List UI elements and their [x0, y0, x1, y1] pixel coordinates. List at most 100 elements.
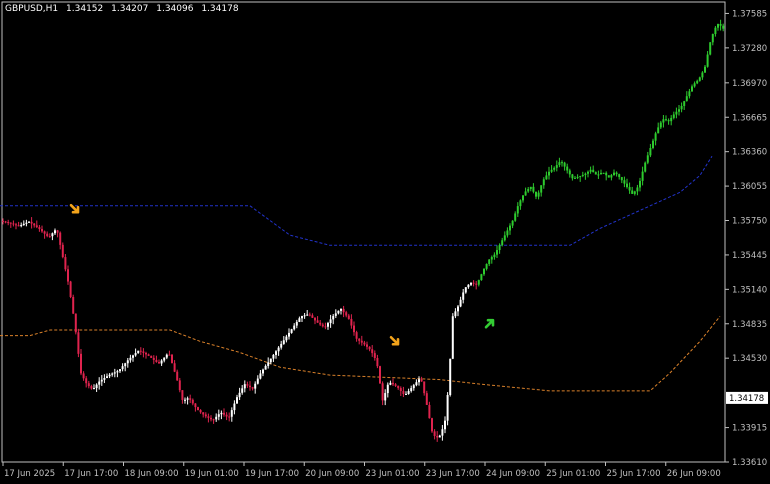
- candle-body: [223, 412, 225, 415]
- candle-body: [688, 91, 691, 97]
- candle-body: [48, 236, 51, 238]
- candle-body: [119, 369, 121, 372]
- candle-body: [95, 384, 98, 389]
- candle-body: [360, 340, 363, 343]
- sell-arrow-icon: [389, 335, 400, 346]
- candle-body: [59, 232, 62, 245]
- candle-body: [490, 257, 493, 260]
- candle-body: [165, 354, 168, 358]
- candle-body: [514, 213, 517, 221]
- candle-body: [259, 373, 262, 379]
- candle-body: [327, 323, 329, 327]
- candle-body: [129, 357, 132, 361]
- candle-body: [477, 280, 480, 285]
- candle-body: [553, 167, 556, 170]
- candle-body: [698, 77, 701, 81]
- candle-body: [324, 326, 327, 328]
- candle-body: [605, 172, 608, 176]
- y-tick-label: 1.34835: [732, 320, 767, 330]
- candle-body: [233, 403, 236, 411]
- candle-body: [100, 379, 103, 382]
- x-tick-label: 25 Jun 17:00: [607, 469, 661, 479]
- y-tick-label: 1.33915: [732, 424, 767, 434]
- candle-body: [184, 399, 186, 401]
- candle-body: [381, 383, 384, 401]
- candle-body: [111, 373, 114, 375]
- candle-body: [436, 435, 439, 438]
- candle-body: [275, 351, 277, 355]
- candle-body: [285, 336, 288, 341]
- x-tick-label: 23 Jun 01:00: [366, 469, 420, 479]
- candle-body: [28, 221, 30, 223]
- candle-body: [288, 332, 290, 337]
- candle-body: [199, 410, 202, 413]
- candle-body: [498, 245, 501, 251]
- candle-body: [106, 376, 108, 379]
- candle-body: [386, 384, 389, 394]
- candle-body: [472, 282, 475, 284]
- candle-body: [459, 299, 462, 307]
- candle-body: [272, 354, 275, 359]
- candle-body: [98, 381, 101, 385]
- candle-body: [246, 384, 249, 386]
- candle-body: [314, 317, 316, 321]
- x-tick-label: 18 Jun 09:00: [125, 469, 179, 479]
- candle-body: [178, 380, 181, 391]
- candle-body: [217, 414, 220, 417]
- candle-body: [584, 173, 587, 175]
- candle-body: [12, 223, 15, 225]
- candle-body: [321, 324, 324, 327]
- y-tick-label: 1.37585: [732, 9, 767, 19]
- candle-body: [501, 240, 504, 246]
- candle-body: [680, 105, 683, 110]
- candle-body: [548, 171, 550, 176]
- candle-body: [56, 230, 59, 233]
- candle-body: [613, 172, 615, 176]
- candle-body: [678, 109, 680, 112]
- candle-body: [410, 388, 413, 392]
- candle-body: [69, 281, 72, 297]
- candle-body: [672, 114, 675, 118]
- candle-body: [41, 229, 43, 232]
- candle-body: [197, 407, 199, 411]
- candle-body: [345, 312, 348, 316]
- candle-body: [150, 355, 153, 358]
- candle-body: [160, 360, 163, 364]
- y-tick-label: 1.35140: [732, 285, 767, 295]
- candle-body: [657, 127, 660, 134]
- candle-body: [607, 175, 610, 178]
- candle-body: [347, 315, 350, 319]
- candle-body: [134, 353, 137, 356]
- candle-body: [462, 292, 465, 300]
- candle-body: [464, 287, 467, 293]
- candle-body: [522, 195, 524, 201]
- candle-body: [186, 398, 189, 400]
- candle-body: [189, 398, 192, 400]
- candle-body: [659, 122, 662, 128]
- candle-body: [675, 111, 678, 115]
- candle-body: [493, 254, 496, 258]
- price-chart[interactable]: 1.37585 1.37280 1.36970 1.36665 1.36360 1.360…: [0, 0, 770, 484]
- candle-body: [451, 316, 454, 359]
- candle-body: [355, 332, 358, 339]
- candle-body: [22, 223, 25, 226]
- candle-body: [399, 388, 402, 392]
- candle-body: [337, 310, 340, 314]
- candle-body: [368, 346, 371, 350]
- candle-body: [589, 169, 592, 172]
- candle-body: [20, 225, 23, 227]
- candle-body: [397, 385, 400, 389]
- chart-window[interactable]: GBPUSD,H1 1.34152 1.34207 1.34096 1.3417…: [0, 0, 770, 484]
- candle-body: [306, 314, 309, 316]
- candle-body: [389, 382, 392, 385]
- candle-body: [563, 162, 566, 167]
- candle-body: [685, 96, 688, 102]
- candle-body: [54, 230, 56, 234]
- candle-body: [662, 119, 665, 123]
- candle-body: [332, 315, 335, 320]
- candle-body: [238, 392, 241, 398]
- candle-body: [415, 382, 418, 386]
- candle-body: [665, 119, 667, 121]
- x-tick-label: 23 Jun 17:00: [426, 469, 480, 479]
- candle-body: [483, 268, 485, 275]
